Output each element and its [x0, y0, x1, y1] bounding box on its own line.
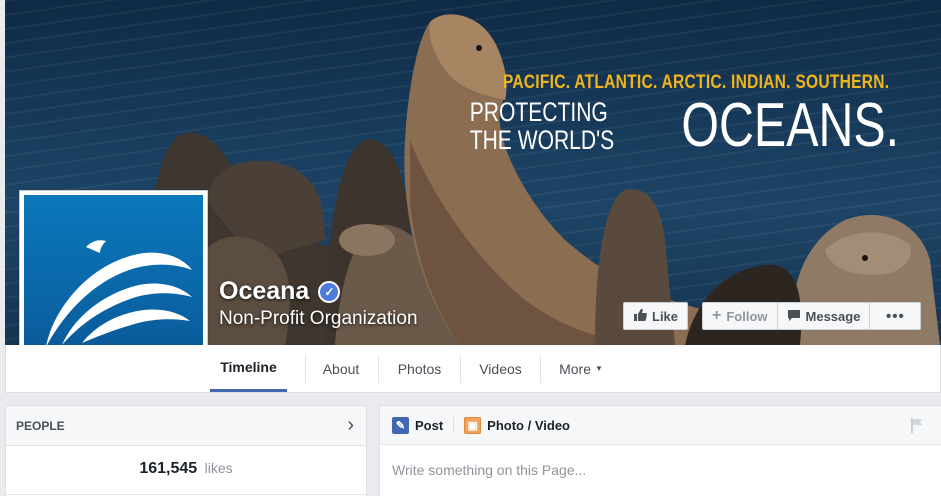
- cover-headline-big: OCEANS.: [681, 91, 899, 160]
- composer-tabs: ✎ Post ▣ Photo / Video: [380, 406, 941, 445]
- follow-label: Follow: [726, 308, 768, 324]
- people-title: PEOPLE: [16, 418, 65, 433]
- composer-input[interactable]: Write something on this Page...: [392, 462, 922, 478]
- likes-count: 161,545: [139, 460, 198, 477]
- composer-tab-photo-video[interactable]: ▣ Photo / Video: [464, 416, 570, 434]
- tab-about[interactable]: About: [306, 345, 376, 392]
- post-label: Post: [415, 417, 444, 433]
- tab-more-label: More: [559, 360, 591, 377]
- divider: [6, 494, 366, 495]
- composer-tab-divider: [453, 417, 455, 433]
- message-button[interactable]: Message: [777, 302, 871, 330]
- tab-photos[interactable]: Photos: [379, 345, 460, 392]
- chevron-right-icon[interactable]: ›: [347, 414, 354, 437]
- composer-tab-post[interactable]: ✎ Post: [392, 416, 444, 434]
- cover-headline-line2: THE WORLD'S: [469, 125, 614, 155]
- flag-icon[interactable]: [909, 417, 925, 433]
- likes-label: likes: [204, 460, 233, 476]
- tab-videos[interactable]: Videos: [461, 345, 540, 392]
- caret-down-icon: ▼: [594, 364, 603, 373]
- like-button[interactable]: Like: [623, 302, 689, 330]
- page-action-group: + Follow Message •••: [702, 302, 922, 330]
- page-category[interactable]: Non-Profit Organization: [219, 308, 418, 330]
- follow-button[interactable]: + Follow: [702, 302, 778, 330]
- page-tab-bar: Timeline About Photos Videos More ▼: [5, 345, 941, 393]
- likes-summary[interactable]: 161,545 likes: [6, 460, 366, 478]
- post-composer: ✎ Post ▣ Photo / Video Write something o…: [379, 405, 941, 496]
- tab-more[interactable]: More ▼: [546, 345, 616, 392]
- page-name-row: Oceana ✓: [219, 277, 341, 306]
- tab-divider: [540, 355, 541, 383]
- page-name[interactable]: Oceana: [219, 277, 309, 306]
- message-icon: [787, 309, 801, 324]
- more-options-button[interactable]: •••: [870, 302, 922, 330]
- thumbs-up-icon: [633, 308, 647, 324]
- photo-icon: ▣: [464, 416, 482, 434]
- pencil-icon: ✎: [392, 416, 409, 434]
- cover-slogan: PACIFIC. ATLANTIC. ARCTIC. INDIAN. SOUTH…: [418, 72, 899, 157]
- people-card-header[interactable]: PEOPLE ›: [6, 406, 366, 446]
- people-card: PEOPLE › 161,545 likes: [5, 405, 367, 496]
- like-label: Like: [652, 308, 679, 324]
- message-label: Message: [805, 308, 861, 324]
- verified-badge-icon[interactable]: ✓: [318, 280, 341, 303]
- cover-headline-line1: PROTECTING: [469, 97, 608, 127]
- plus-icon: +: [712, 307, 722, 324]
- photo-video-label: Photo / Video: [487, 417, 570, 433]
- cover-headline-small: PROTECTING THE WORLD'S: [470, 98, 614, 154]
- tab-timeline[interactable]: Timeline: [210, 345, 287, 392]
